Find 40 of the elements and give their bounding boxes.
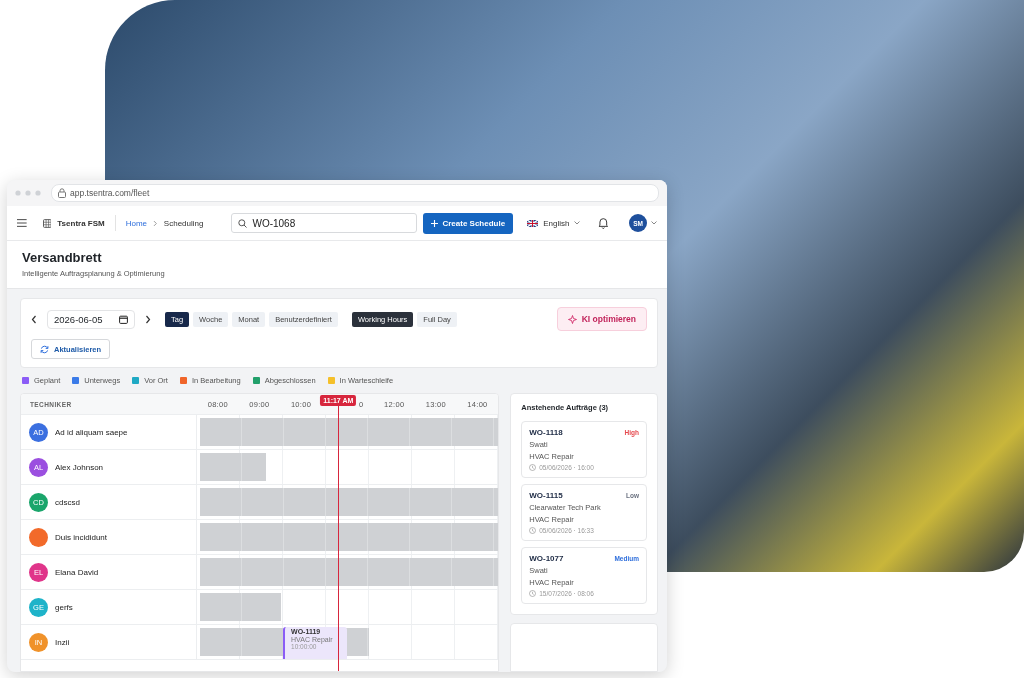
- technician-name[interactable]: Alex Johnson: [55, 462, 104, 472]
- search-icon: [238, 218, 248, 228]
- language-selector[interactable]: English: [527, 218, 581, 228]
- technician-name[interactable]: gerfs: [55, 602, 73, 612]
- chevron-right-icon: [153, 219, 158, 227]
- chevron-left-icon[interactable]: [31, 314, 37, 324]
- breadcrumb-current: Scheduling: [163, 218, 204, 228]
- clock-icon: [529, 464, 537, 471]
- breadcrumb-link[interactable]: Home: [125, 218, 148, 228]
- caret-icon: [651, 221, 657, 225]
- technician-name[interactable]: cdscsd: [55, 497, 80, 507]
- technician-name[interactable]: Inzii: [55, 637, 70, 647]
- menu-icon[interactable]: [17, 219, 27, 227]
- search-field[interactable]: WO-1068: [231, 213, 418, 233]
- url-text: app.tsentra.com/fleet: [70, 188, 150, 198]
- clock-icon: [529, 527, 537, 534]
- notification-bell-icon[interactable]: [598, 217, 609, 229]
- create-schedule-button[interactable]: Create Schedule: [423, 212, 514, 234]
- technician-name[interactable]: Duis incididunt: [55, 532, 108, 542]
- flag-icon: [527, 219, 539, 227]
- lock-icon: [58, 188, 66, 198]
- plus-icon: [431, 219, 439, 227]
- window-controls-icon: [15, 190, 43, 196]
- sparkle-icon: [567, 314, 577, 324]
- caret-icon: [574, 221, 581, 225]
- technician-name[interactable]: Ad id aliquam saepe: [55, 427, 128, 437]
- optimize-button[interactable]: KI optimieren: [556, 307, 647, 331]
- app-name: Tsentra FSM: [57, 218, 105, 228]
- order-id: WO-1115: [529, 491, 563, 500]
- order-id: WO-1118: [529, 428, 563, 437]
- address-bar[interactable]: app.tsentra.com/fleet: [51, 184, 659, 202]
- calendar-icon: [119, 314, 128, 324]
- clock-icon: [529, 590, 537, 597]
- grid-icon: [42, 218, 52, 228]
- page-title: Versandbrett: [22, 250, 103, 265]
- date-field[interactable]: 2026-06-05: [47, 309, 135, 329]
- order-id: WO-1077: [529, 554, 564, 563]
- technician-name[interactable]: Elana David: [55, 567, 99, 577]
- chevron-right-icon[interactable]: [145, 314, 151, 324]
- refresh-icon: [40, 344, 49, 354]
